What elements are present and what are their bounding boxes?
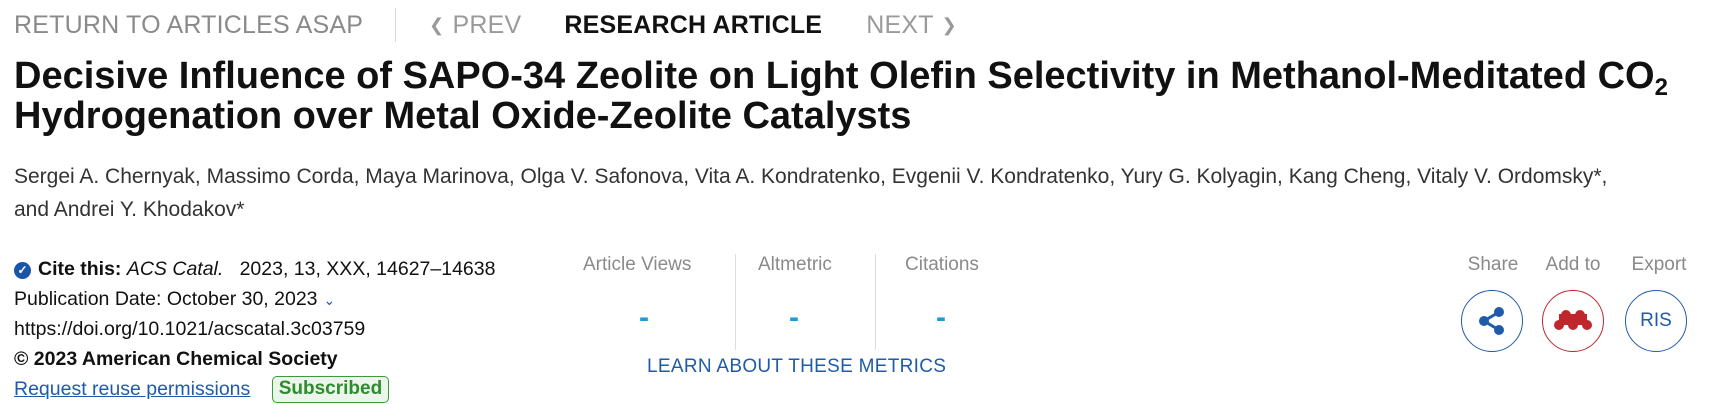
learn-about-metrics-link[interactable]: LEARN ABOUT THESE METRICS xyxy=(647,356,946,378)
prev-label: PREV xyxy=(452,10,522,39)
add-to-action: Add to xyxy=(1533,254,1613,276)
altmetric-metric: Altmetric - xyxy=(758,254,832,354)
altmetric-value[interactable]: - xyxy=(789,301,799,335)
export-ris-label: RIS xyxy=(1640,310,1672,331)
article-title: Decisive Influence of SAPO-34 Zeolite on… xyxy=(14,56,1714,136)
mendeley-icon xyxy=(1554,310,1592,330)
export-label: Export xyxy=(1631,254,1687,275)
check-icon: ✓ xyxy=(14,262,31,279)
export-ris-button[interactable]: RIS xyxy=(1625,290,1687,352)
citation-block: ✓ Cite this: ACS Catal. 2023, 13, XXX, 14… xyxy=(14,254,495,404)
article-type: RESEARCH ARTICLE xyxy=(564,10,823,39)
citations-metric: Citations - xyxy=(905,254,979,354)
chevron-down-icon[interactable]: ⌄ xyxy=(324,292,336,308)
doi-link[interactable]: https://doi.org/10.1021/acscatal.3c03759 xyxy=(14,318,365,340)
author-list[interactable]: Sergei A. Chernyak, Massimo Corda, Maya … xyxy=(14,160,1634,226)
citations-label: Citations xyxy=(905,254,979,275)
next-article-link[interactable]: NEXT ❯ xyxy=(866,11,957,40)
altmetric-label: Altmetric xyxy=(758,254,832,275)
add-to-mendeley-button[interactable] xyxy=(1542,290,1604,352)
journal-name: ACS Catal. xyxy=(126,258,224,280)
request-reuse-permissions-link[interactable]: Request reuse permissions xyxy=(14,378,250,400)
title-subscript: 2 xyxy=(1654,74,1668,101)
article-views-value: - xyxy=(639,301,649,334)
reuse-row: Request reuse permissions Subscribed xyxy=(14,374,495,404)
citations-value: - xyxy=(936,301,946,334)
publication-date-row[interactable]: Publication Date: October 30, 2023 ⌄ xyxy=(14,284,495,314)
add-to-label: Add to xyxy=(1545,254,1601,275)
export-action: Export xyxy=(1619,254,1699,276)
prev-article-link[interactable]: ❮ PREV xyxy=(429,11,521,40)
chevron-left-icon: ❮ xyxy=(429,14,445,35)
share-button[interactable] xyxy=(1461,290,1523,352)
cite-label: Cite this: xyxy=(38,258,122,280)
copyright: © 2023 American Chemical Society xyxy=(14,348,338,370)
share-icon xyxy=(1479,307,1504,335)
publication-date: Publication Date: October 30, 2023 xyxy=(14,288,318,310)
article-views-label: Article Views xyxy=(583,254,692,275)
share-action: Share xyxy=(1455,254,1531,276)
article-nav: RETURN TO ARTICLES ASAP ❮ PREV RESEARCH … xyxy=(14,8,957,42)
chevron-right-icon: ❯ xyxy=(941,14,957,35)
return-to-articles-link[interactable]: RETURN TO ARTICLES ASAP xyxy=(14,11,363,40)
cite-row[interactable]: ✓ Cite this: ACS Catal. 2023, 13, XXX, 14… xyxy=(14,254,495,284)
doi-row: https://doi.org/10.1021/acscatal.3c03759 xyxy=(14,314,495,344)
article-views-metric: Article Views - xyxy=(583,254,691,354)
title-part-1: Decisive Influence of SAPO-34 Zeolite on… xyxy=(14,55,1655,97)
metric-divider xyxy=(735,254,736,350)
share-label: Share xyxy=(1467,254,1519,275)
next-label: NEXT xyxy=(866,10,934,39)
citation-details: 2023, 13, XXX, 14627–14638 xyxy=(239,258,496,280)
nav-divider xyxy=(395,8,397,42)
subscribed-badge: Subscribed xyxy=(271,376,390,404)
metric-divider xyxy=(875,254,876,350)
title-part-2: Hydrogenation over Metal Oxide-Zeolite C… xyxy=(14,95,912,137)
